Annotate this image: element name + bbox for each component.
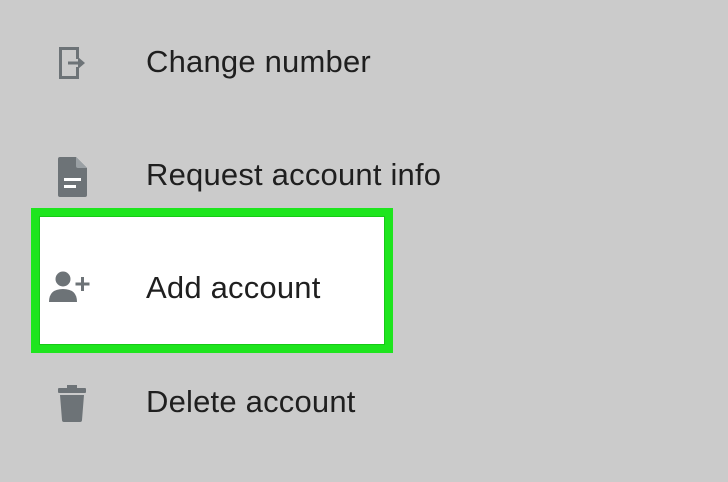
- trash-icon: [46, 377, 98, 429]
- menu-item-label: Change number: [146, 44, 371, 79]
- document-icon: [46, 151, 98, 203]
- menu-item-label: Add account: [146, 270, 321, 305]
- menu-item-label: Delete account: [146, 384, 356, 419]
- menu-item-label: Request account info: [146, 157, 442, 192]
- menu-item-change-number[interactable]: Change number: [0, 17, 728, 107]
- add-person-icon: [46, 262, 98, 314]
- change-number-icon: [46, 37, 98, 89]
- menu-item-delete-account[interactable]: Delete account: [0, 356, 728, 446]
- menu-item-request-account-info[interactable]: Request account info: [0, 130, 728, 220]
- menu-item-add-account[interactable]: Add account: [0, 242, 728, 332]
